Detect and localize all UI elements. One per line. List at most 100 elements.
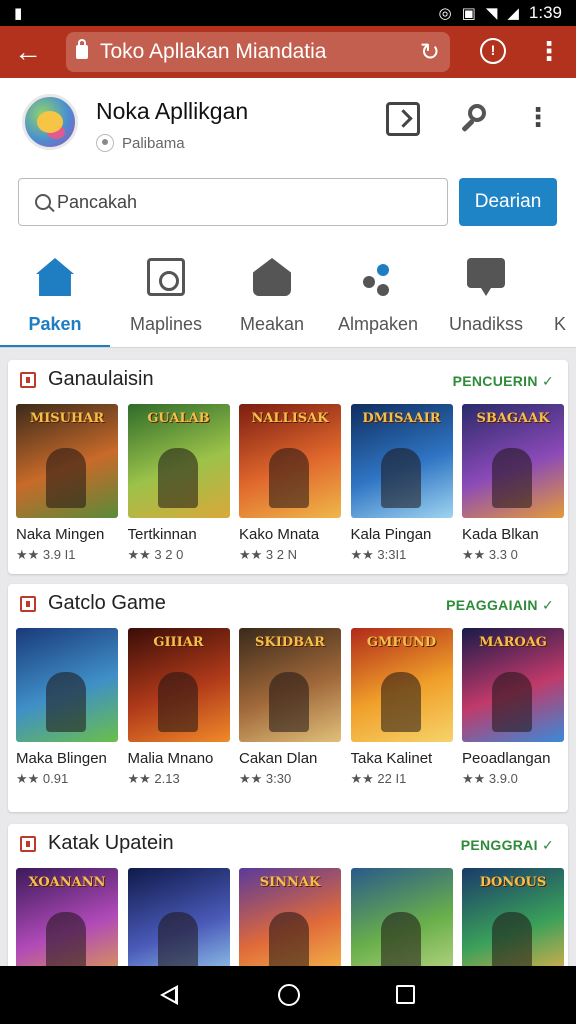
more-vert-icon[interactable]: ⋮ — [524, 102, 552, 136]
app-thumbnail[interactable]: GUALAB — [127, 404, 230, 518]
app-card[interactable]: DMISAAIR Kala Pingan ★★ 3:3I1 — [350, 404, 453, 563]
cast-icon[interactable] — [386, 102, 420, 136]
app-thumbnail[interactable] — [127, 868, 230, 982]
app-card[interactable]: SKIDBAR Cakan Dlan ★★ 3:30 — [239, 628, 341, 787]
thumbnail-title: SBAGAAK — [476, 411, 550, 426]
section-header: Gatclo Game PEAGGAIAIN ✓ — [8, 584, 568, 624]
reload-icon[interactable]: ↻ — [420, 38, 440, 67]
app-thumbnail[interactable] — [350, 868, 453, 982]
search-button[interactable]: Dearian — [459, 178, 557, 226]
app-thumbnail[interactable]: GIIIAR — [127, 628, 230, 742]
app-thumbnail[interactable]: SKIDBAR — [239, 628, 341, 742]
app-name: Kako Mnata — [239, 526, 320, 543]
character-figure — [157, 912, 198, 972]
app-thumbnail[interactable]: SBAGAAK — [462, 404, 564, 518]
url-text: Toko Apllakan Miandatia — [100, 40, 327, 63]
tab-almpaken[interactable]: Almpaken — [322, 238, 434, 347]
thumbnail-title: XOANANN — [28, 875, 106, 890]
app-card[interactable]: NALLISAK Kako Mnata ★★ 3 2 N — [239, 404, 341, 563]
app-name: Malia Mnano — [127, 750, 214, 767]
app-thumbnail[interactable] — [16, 628, 118, 742]
app-thumbnail[interactable]: MAROAG — [462, 628, 564, 742]
thumbnail-title: MAROAG — [479, 635, 547, 650]
section-header: Ganaulaisin PENCUERIN ✓ — [8, 360, 568, 400]
app-title: Noka Apllikgan — [96, 98, 249, 124]
character-figure — [380, 672, 421, 732]
location-icon — [96, 134, 114, 152]
recents-icon[interactable] — [396, 985, 415, 1004]
bookmark-icon — [20, 836, 36, 852]
overflow-menu-icon[interactable]: ⋮ — [536, 26, 562, 78]
section-title: Ganaulaisin — [48, 368, 154, 390]
app-card[interactable]: SBAGAAK Kada Blkan ★★ 3.3 0 — [462, 404, 564, 563]
info-icon[interactable]: ! — [480, 38, 506, 64]
app-thumbnail[interactable]: DMISAAIR — [350, 404, 453, 518]
app-rating: ★★ 3.3 0 — [462, 547, 518, 562]
back-icon[interactable] — [160, 985, 178, 1005]
section-more-link[interactable]: PEAGGAIAIN ✓ — [446, 597, 554, 614]
clock: 1:39 — [528, 3, 562, 22]
app-logo — [22, 94, 78, 150]
app-rating: ★★ 3 2 0 — [127, 547, 184, 562]
app-rating: ★★ 3 2 N — [239, 547, 297, 562]
app-thumbnail[interactable]: NALLISAK — [239, 404, 341, 518]
app-subtitle-text: Palibama — [122, 134, 185, 152]
app-name: Taka Kalinet — [350, 750, 433, 767]
thumbnail-title: MISUHAR — [29, 411, 105, 426]
address-bar[interactable]: Toko Apllakan Miandatia ↻ — [66, 32, 450, 72]
browser-toolbar: ← Toko Apllakan Miandatia ↻ ! ⋮ — [0, 26, 576, 78]
app-card[interactable]: MAROAG Peoadlangan ★★ 3.9.0 — [462, 628, 564, 787]
app-rating: ★★ 22 I1 — [350, 771, 407, 786]
app-card[interactable]: GMFUND Taka Kalinet ★★ 22 I1 — [350, 628, 453, 787]
search-icon — [35, 194, 51, 210]
app-name: Cakan Dlan — [239, 750, 318, 767]
app-card[interactable]: Maka Blingen ★★ 0.91 — [16, 628, 118, 787]
tab-paken[interactable]: Paken — [0, 238, 110, 347]
thumbnail-title: SINNAK — [259, 875, 321, 890]
system-nav-bar — [0, 966, 576, 1024]
wifi-icon: ◥ — [485, 5, 498, 22]
app-header: Noka Apllikgan Palibama ⋮ — [0, 78, 576, 168]
section-more-link[interactable]: PENGGRAI ✓ — [461, 837, 554, 854]
tab-unadikss[interactable]: Unadikss — [434, 238, 538, 347]
character-figure — [492, 448, 532, 508]
house-icon — [253, 258, 291, 296]
thumbnail-title: GIIIAR — [153, 635, 204, 650]
app-thumbnail[interactable]: DONOUS — [462, 868, 564, 982]
character-figure — [157, 448, 198, 508]
app-thumbnail[interactable]: GMFUND — [350, 628, 453, 742]
back-arrow-icon[interactable]: ← — [0, 26, 56, 78]
home-button-icon[interactable] — [278, 984, 300, 1006]
tab-more[interactable]: K — [540, 238, 576, 347]
tab-maplines[interactable]: Maplines — [110, 238, 222, 347]
character-figure — [380, 912, 421, 972]
home-icon — [36, 258, 74, 296]
section-more-link[interactable]: PENCUERIN ✓ — [453, 373, 554, 390]
vibrate-icon: ▣ — [461, 5, 476, 22]
search-row: Dearian — [0, 168, 576, 238]
thumbnail-title: GMFUND — [366, 635, 437, 650]
tab-label: Meakan — [239, 314, 305, 334]
app-thumbnail[interactable]: MISUHAR — [16, 404, 118, 518]
search-key-icon[interactable] — [458, 102, 492, 136]
tab-label: Maplines — [129, 314, 203, 334]
search-input[interactable] — [57, 191, 437, 213]
share-icon — [359, 258, 397, 296]
bookmark-icon — [20, 372, 36, 388]
app-card[interactable]: GUALAB Tertkinnan ★★ 3 2 0 — [127, 404, 230, 563]
tab-meakan[interactable]: Meakan — [222, 238, 322, 347]
thumbnail-title: NALLISAK — [251, 411, 329, 426]
section-panel: Katak Upatein PENGGRAI ✓ XOANANN SINNAK DONO… — [8, 824, 568, 984]
character-figure — [380, 448, 421, 508]
tab-label: Paken — [28, 314, 82, 334]
app-name: Kala Pingan — [350, 526, 432, 543]
tab-label: Almpaken — [337, 314, 419, 334]
app-card[interactable]: GIIIAR Malia Mnano ★★ 2.13 — [127, 628, 230, 787]
app-card[interactable]: MISUHAR Naka Mingen ★★ 3.9 I1 — [16, 404, 118, 563]
search-box[interactable] — [18, 178, 448, 226]
app-name: Tertkinnan — [127, 526, 197, 543]
thumbnail-title: GUALAB — [147, 411, 210, 426]
app-thumbnail[interactable]: XOANANN — [16, 868, 118, 982]
lock-icon — [76, 39, 88, 59]
app-thumbnail[interactable]: SINNAK — [239, 868, 341, 982]
